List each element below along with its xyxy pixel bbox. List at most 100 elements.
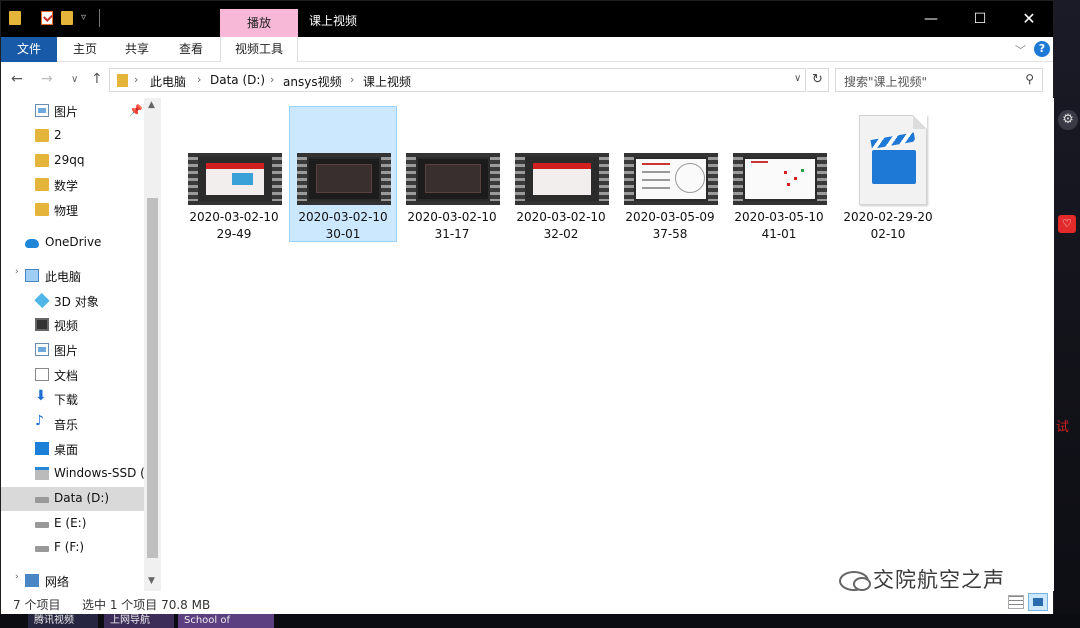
close-button[interactable]: ✕	[1005, 1, 1053, 37]
sidebar-item-pictures-pinned[interactable]: 图片 📌	[1, 99, 144, 123]
breadcrumb-data-drive[interactable]: Data (D:)	[210, 73, 265, 87]
breadcrumb-class-video[interactable]: 课上视频	[363, 73, 411, 90]
sidebar-item-windows-ssd[interactable]: Windows-SSD (	[1, 462, 144, 486]
taskbar-item[interactable]: School of	[178, 614, 274, 628]
sidebar-item-label: Data (D:)	[54, 491, 110, 505]
search-input[interactable]: 搜索"课上视频" ⚲	[835, 68, 1043, 92]
breadcrumb-separator[interactable]: ›	[134, 73, 138, 86]
navigation-bar: ← → ∨ ↑ › 此电脑 › Data (D:) › ansys视频 › 课上…	[1, 63, 1053, 97]
file-name: 2020-03-05-10 41-01	[726, 209, 832, 243]
details-view-icon[interactable]	[1008, 595, 1024, 609]
new-folder-icon[interactable]	[61, 11, 73, 25]
search-icon[interactable]: ⚲	[1025, 72, 1034, 86]
sidebar-item-folder-2[interactable]: 2	[1, 124, 144, 148]
sidebar-item-3d-objects[interactable]: 3D 对象	[1, 289, 144, 313]
breadcrumb-this-pc[interactable]: 此电脑	[150, 73, 186, 90]
sidebar-item-network[interactable]: › 网络	[1, 569, 144, 593]
expand-chevron-icon[interactable]: ›	[15, 572, 19, 582]
recent-locations-chevron-icon[interactable]: ∨	[71, 74, 78, 85]
file-item[interactable]: 2020-03-02-10 32-02	[507, 106, 615, 242]
file-item-selected[interactable]: 2020-03-02-10 30-01	[289, 106, 397, 242]
file-name: 2020-03-02-10 30-01	[290, 209, 396, 243]
file-item[interactable]: 2020-02-29-20 02-10	[834, 106, 942, 242]
properties-icon[interactable]	[41, 11, 53, 25]
quick-access-divider	[99, 9, 100, 27]
back-arrow-icon[interactable]: ←	[11, 71, 23, 87]
refresh-button[interactable]: ↻	[807, 68, 829, 92]
sidebar-item-label: 音乐	[54, 418, 79, 432]
document-icon	[35, 368, 49, 381]
file-item[interactable]: 2020-03-02-10 29-49	[180, 106, 288, 242]
scrollbar-thumb[interactable]	[147, 198, 158, 558]
sidebar-item-label: 文档	[54, 369, 79, 383]
folder-icon[interactable]	[9, 11, 21, 25]
expand-ribbon-chevron-icon[interactable]: ﹀	[1015, 42, 1026, 58]
sidebar-item-documents[interactable]: 文档	[1, 363, 144, 387]
sidebar-item-folder-physics[interactable]: 物理	[1, 198, 144, 222]
maximize-button[interactable]: ☐	[956, 1, 1004, 37]
tab-view[interactable]: 查看	[165, 37, 217, 62]
sidebar-item-data-drive[interactable]: Data (D:)	[1, 487, 144, 511]
watermark-text: 交院航空之声	[873, 568, 1005, 592]
large-icons-view-icon[interactable]	[1028, 593, 1048, 611]
sidebar-item-e-drive[interactable]: E (E:)	[1, 512, 144, 536]
address-dropdown-chevron-icon[interactable]: ∨	[794, 73, 801, 84]
sidebar-scrollbar[interactable]: ▲ ▼	[144, 98, 161, 591]
thumbnail-screen	[745, 159, 815, 199]
tab-home[interactable]: 主页	[61, 37, 109, 62]
scroll-up-arrow-icon[interactable]: ▲	[148, 100, 155, 110]
sidebar-item-onedrive[interactable]: OneDrive	[1, 231, 144, 255]
scroll-down-arrow-icon[interactable]: ▼	[148, 576, 155, 586]
cloud-icon	[25, 239, 39, 248]
file-name-line1: 2020-02-29-20	[843, 210, 933, 224]
sidebar-item-label: 29qq	[54, 153, 85, 167]
pin-icon[interactable]: 📌	[129, 104, 143, 117]
3d-objects-icon	[34, 292, 50, 309]
expand-chevron-icon[interactable]: ›	[15, 267, 19, 277]
thumbnail-screen	[418, 159, 488, 199]
selection-info: 选中 1 个项目 70.8 MB	[82, 598, 211, 612]
sidebar-item-this-pc[interactable]: › 此电脑	[1, 264, 144, 288]
breadcrumb-separator[interactable]: ›	[197, 73, 201, 86]
tab-file[interactable]: 文件	[1, 37, 57, 62]
file-item[interactable]: 2020-03-05-10 41-01	[725, 106, 833, 242]
file-name: 2020-03-02-10 32-02	[508, 209, 614, 243]
breadcrumb-separator[interactable]: ›	[350, 73, 354, 86]
sidebar-item-desktop[interactable]: 桌面	[1, 437, 144, 461]
customize-toolbar-arrow-icon[interactable]: ▿	[81, 12, 86, 23]
clapper-body	[872, 150, 916, 184]
context-tab-play[interactable]: 播放	[220, 9, 298, 37]
breadcrumb-separator[interactable]: ›	[270, 73, 274, 86]
sidebar-item-label: 物理	[54, 204, 79, 218]
computer-icon	[25, 269, 39, 282]
file-item[interactable]: 2020-03-05-09 37-58	[616, 106, 724, 242]
help-icon[interactable]: ?	[1034, 41, 1050, 57]
slide-text-line	[641, 171, 670, 173]
sidebar-item-f-drive[interactable]: F (F:)	[1, 536, 144, 560]
file-item[interactable]: 2020-03-02-10 31-17	[398, 106, 506, 242]
sidebar-item-folder-29qq[interactable]: 29qq	[1, 149, 144, 173]
sidebar-item-folder-math[interactable]: 数学	[1, 173, 144, 197]
title-bar: ▿ 播放 课上视频 — ☐ ✕	[1, 1, 1053, 37]
tab-share[interactable]: 共享	[113, 37, 161, 62]
slide-panel	[316, 163, 372, 194]
taskbar-item[interactable]: 腾讯视频	[28, 614, 98, 628]
gear-icon[interactable]: ⚙	[1058, 110, 1078, 130]
sidebar-item-label: 视频	[54, 319, 79, 333]
sidebar-item-pictures[interactable]: 图片	[1, 338, 144, 362]
video-thumbnail	[515, 153, 609, 205]
breadcrumb-ansys-video[interactable]: ansys视频	[283, 73, 342, 90]
sidebar-item-videos[interactable]: 视频	[1, 313, 144, 337]
address-bar[interactable]: › 此电脑 › Data (D:) › ansys视频 › 课上视频 ∨	[109, 68, 806, 92]
sidebar-item-downloads[interactable]: ⬇ 下载	[1, 387, 144, 411]
app-badge-icon[interactable]: ♡	[1058, 215, 1076, 233]
minimize-button[interactable]: —	[907, 1, 955, 37]
sidebar-item-music[interactable]: ♪ 音乐	[1, 412, 144, 436]
taskbar-item[interactable]: 上网导航	[104, 614, 174, 628]
music-icon: ♪	[35, 413, 44, 429]
up-arrow-icon[interactable]: ↑	[91, 71, 103, 87]
slide-dot	[794, 177, 797, 180]
forward-arrow-icon[interactable]: →	[41, 71, 53, 87]
watermark: 交院航空之声	[839, 564, 1005, 594]
tab-video-tools[interactable]: 视频工具	[220, 37, 298, 62]
